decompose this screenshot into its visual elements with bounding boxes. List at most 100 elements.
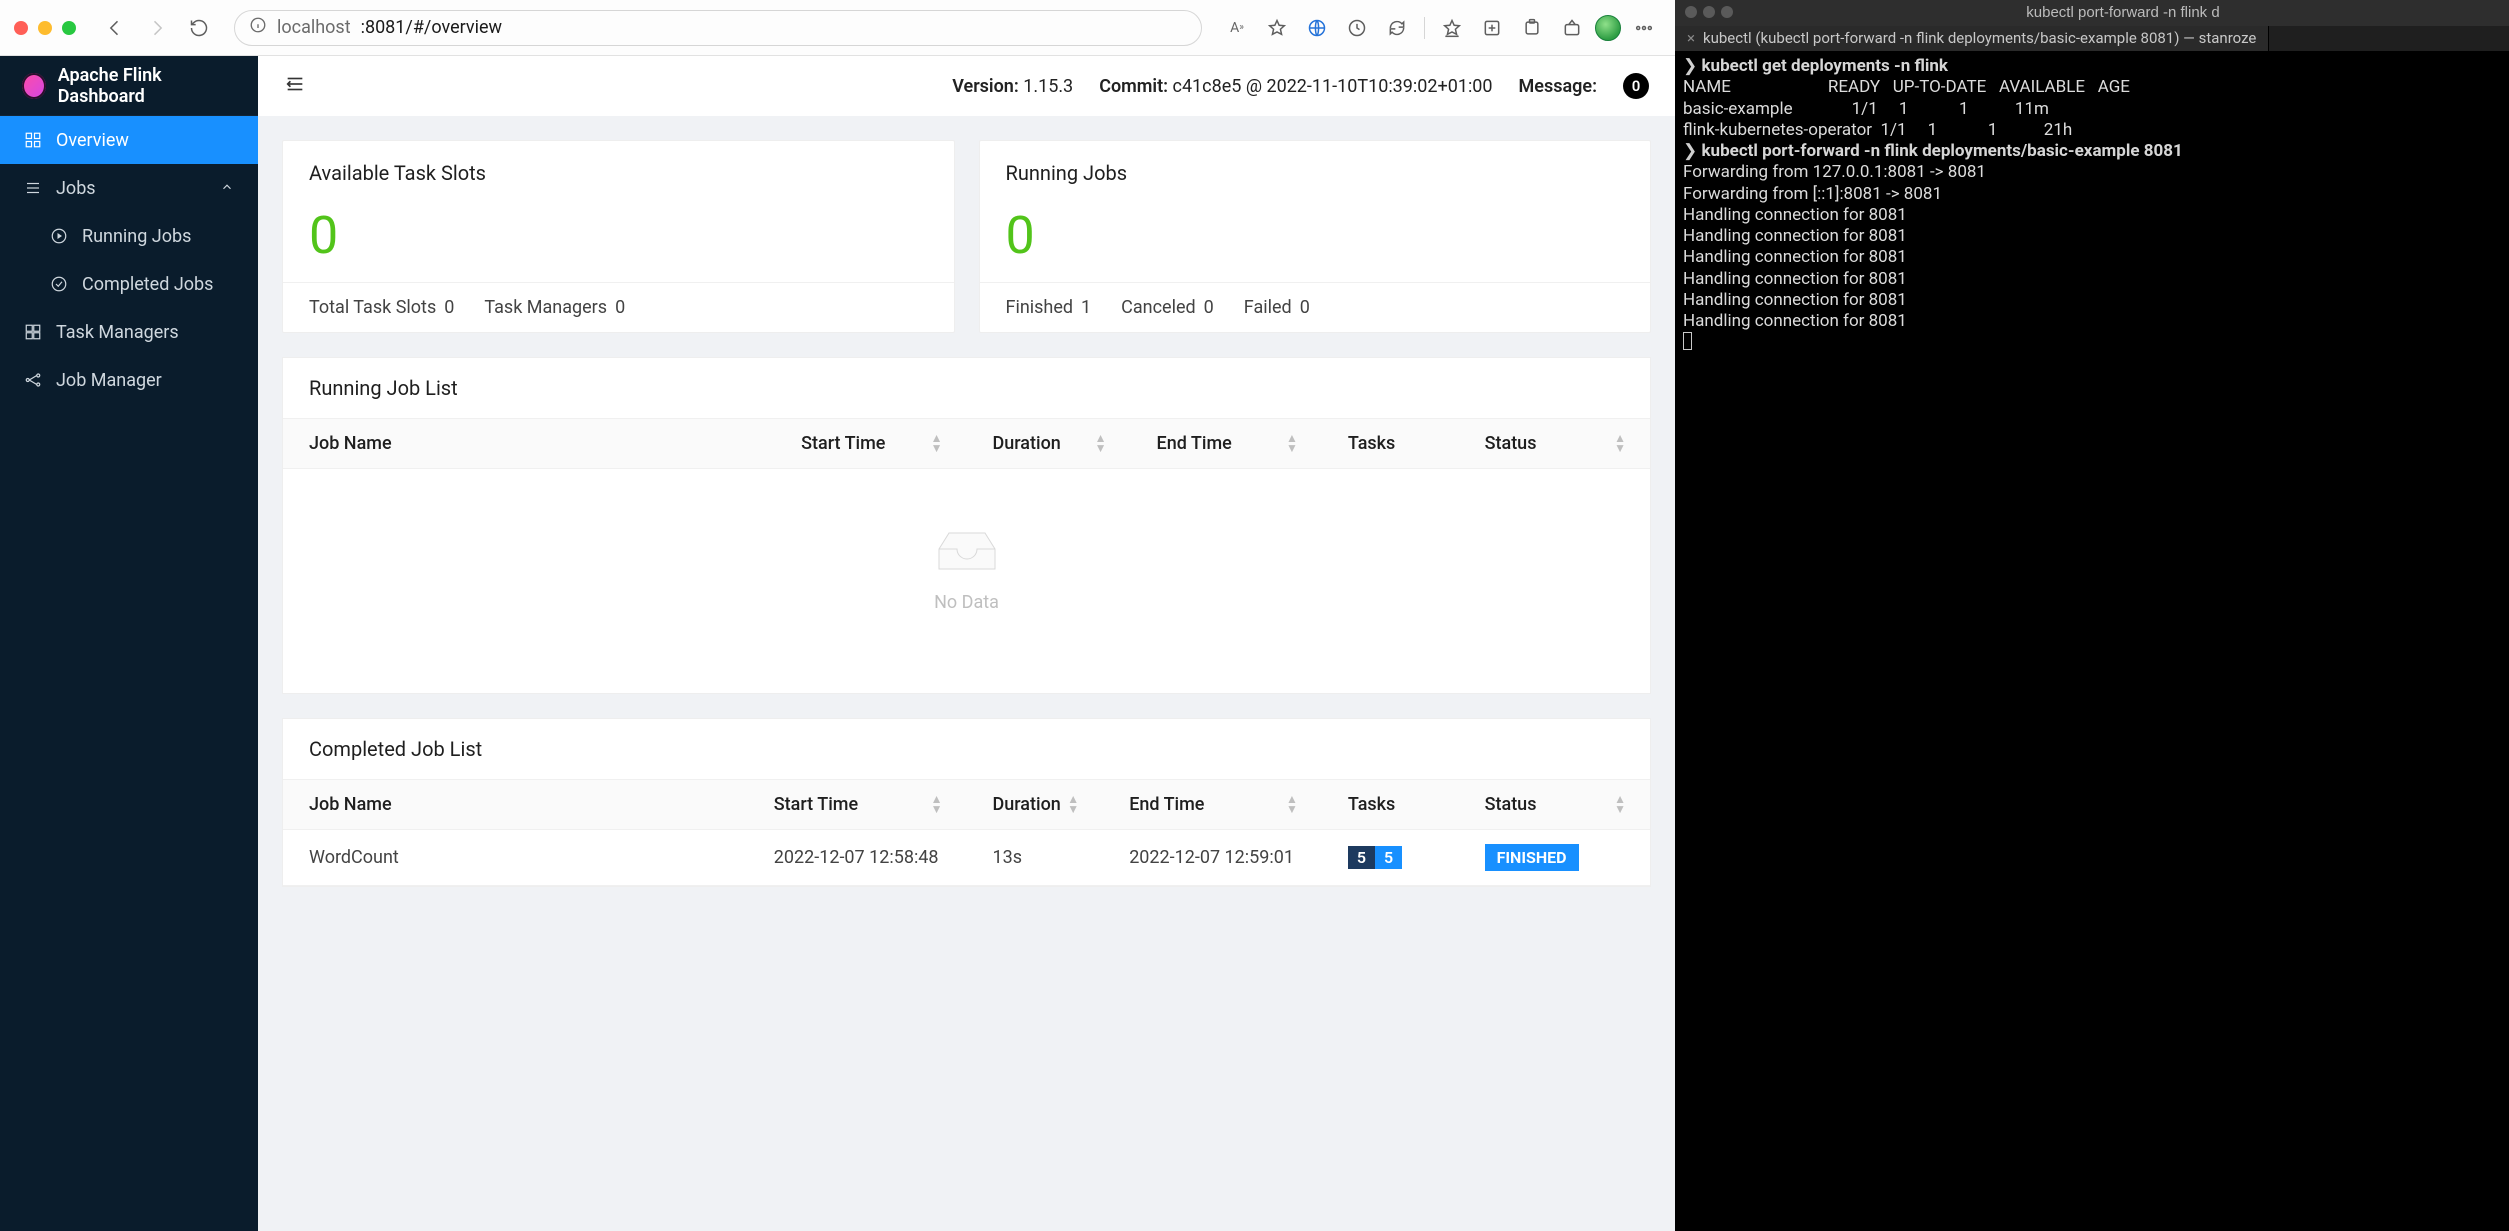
version-value: 1.15.3 — [1023, 76, 1073, 97]
cell-job-name: WordCount — [283, 830, 748, 886]
collapse-sidebar-icon[interactable] — [284, 73, 306, 100]
card-value: 0 — [283, 205, 954, 282]
card-title: Available Task Slots — [283, 141, 954, 205]
terminal-window-title: kubectl port-forward -n flink d — [1747, 4, 2499, 23]
window-controls[interactable] — [14, 21, 76, 35]
browser-chrome: localhost:8081/#/overview A» — [0, 0, 1675, 56]
site-info-icon[interactable] — [249, 16, 267, 39]
sort-icon[interactable]: ▲▼ — [931, 794, 941, 814]
col-start-time[interactable]: Start Time▲▼ — [775, 419, 966, 469]
col-job-name[interactable]: Job Name — [283, 419, 775, 469]
empty-text: No Data — [283, 592, 1650, 613]
close-tab-icon[interactable]: × — [1687, 29, 1695, 48]
brand[interactable]: Apache Flink Dashboard — [0, 56, 258, 116]
appstore-icon — [24, 323, 42, 341]
card-value: 0 — [980, 205, 1651, 282]
sort-icon[interactable]: ▲▼ — [1286, 433, 1296, 453]
cell-tasks: 5 5 — [1322, 830, 1459, 886]
forward-button[interactable] — [140, 11, 174, 45]
profile-avatar-icon[interactable] — [1595, 15, 1621, 41]
sidebar-item-job-manager[interactable]: Job Manager — [0, 356, 258, 404]
terminal-window-controls[interactable] — [1685, 4, 1739, 23]
panel-running-jobs: Running Job List Job Name Start Time▲▼ D… — [282, 357, 1651, 694]
card-running-jobs: Running Jobs 0 Finished1 Canceled0 Faile… — [979, 140, 1652, 333]
cell-duration: 13s — [967, 830, 1104, 886]
sidebar: Apache Flink Dashboard Overview Jobs Run… — [0, 56, 258, 1231]
col-job-name[interactable]: Job Name — [283, 780, 748, 830]
commit-value: c41c8e5 @ 2022-11-10T10:39:02+01:00 — [1173, 76, 1493, 97]
translate-icon[interactable] — [1300, 11, 1334, 45]
completed-jobs-table: Job Name Start Time▲▼ Duration▲▼ End Tim… — [283, 779, 1650, 886]
zoom-window-icon[interactable] — [62, 21, 76, 35]
favorites-bar-icon[interactable] — [1435, 11, 1469, 45]
stat-value: 0 — [444, 297, 454, 318]
cell-start-time: 2022-12-07 12:58:48 — [748, 830, 967, 886]
panel-title: Completed Job List — [283, 719, 1650, 779]
dashboard-icon — [24, 131, 42, 149]
sidebar-item-label: Task Managers — [56, 322, 179, 343]
cell-status: FINISHED — [1459, 830, 1650, 886]
sidebar-item-jobs[interactable]: Jobs — [0, 164, 258, 212]
col-start-time[interactable]: Start Time▲▼ — [748, 780, 967, 830]
empty-state: No Data — [283, 469, 1650, 693]
back-button[interactable] — [98, 11, 132, 45]
sort-icon[interactable]: ▲▼ — [1286, 794, 1296, 814]
status-badge: FINISHED — [1485, 844, 1579, 871]
col-tasks[interactable]: Tasks — [1322, 419, 1459, 469]
terminal-window: kubectl port-forward -n flink d × kubect… — [1675, 0, 2509, 1231]
terminal-tab[interactable]: × kubectl (kubectl port-forward -n flink… — [1675, 26, 2269, 51]
sidebar-item-overview[interactable]: Overview — [0, 116, 258, 164]
sort-icon[interactable]: ▲▼ — [1614, 794, 1624, 814]
stat-value: 0 — [1300, 297, 1310, 318]
sidebar-item-label: Running Jobs — [82, 226, 191, 247]
app-body: Version: 1.15.3 Commit: c41c8e5 @ 2022-1… — [258, 56, 1675, 1231]
tasks-total-badge: 5 — [1348, 846, 1375, 869]
running-jobs-table: Job Name Start Time▲▼ Duration▲▼ End Tim… — [283, 418, 1650, 469]
col-status[interactable]: Status▲▼ — [1459, 419, 1650, 469]
sidebar-item-label: Job Manager — [56, 370, 162, 391]
browser-toolbar: A» — [1220, 11, 1661, 45]
terminal-body[interactable]: ❯ kubectl get deployments -n flink NAME … — [1675, 52, 2509, 1231]
share-icon[interactable] — [1555, 11, 1589, 45]
sidebar-item-label: Overview — [56, 130, 129, 151]
panel-completed-jobs: Completed Job List Job Name Start Time▲▼… — [282, 718, 1651, 887]
card-footer: Total Task Slots0 Task Managers0 — [283, 282, 954, 332]
history-icon[interactable] — [1340, 11, 1374, 45]
card-title: Running Jobs — [980, 141, 1651, 205]
commit-label: Commit: — [1099, 76, 1168, 97]
sidebar-item-running-jobs[interactable]: Running Jobs — [0, 212, 258, 260]
message-count-badge[interactable]: 0 — [1623, 73, 1649, 99]
stat-label: Task Managers — [484, 297, 607, 318]
read-aloud-icon[interactable]: A» — [1220, 11, 1254, 45]
favorite-icon[interactable] — [1260, 11, 1294, 45]
sidebar-item-completed-jobs[interactable]: Completed Jobs — [0, 260, 258, 308]
play-circle-icon — [50, 227, 68, 245]
stat-value: 0 — [1204, 297, 1214, 318]
sync-icon[interactable] — [1380, 11, 1414, 45]
minimize-window-icon[interactable] — [38, 21, 52, 35]
col-end-time[interactable]: End Time▲▼ — [1103, 780, 1322, 830]
terminal-tabbar: × kubectl (kubectl port-forward -n flink… — [1675, 26, 2509, 52]
col-duration[interactable]: Duration▲▼ — [967, 419, 1131, 469]
col-status[interactable]: Status▲▼ — [1459, 780, 1650, 830]
sort-icon[interactable]: ▲▼ — [1067, 794, 1077, 814]
more-icon[interactable] — [1627, 11, 1661, 45]
close-window-icon[interactable] — [14, 21, 28, 35]
col-end-time[interactable]: End Time▲▼ — [1131, 419, 1322, 469]
sidebar-item-task-managers[interactable]: Task Managers — [0, 308, 258, 356]
collections-icon[interactable] — [1475, 11, 1509, 45]
card-available-slots: Available Task Slots 0 Total Task Slots0… — [282, 140, 955, 333]
chevron-up-icon — [220, 178, 234, 199]
terminal-titlebar[interactable]: kubectl port-forward -n flink d — [1675, 0, 2509, 26]
sort-icon[interactable]: ▲▼ — [1614, 433, 1624, 453]
address-bar[interactable]: localhost:8081/#/overview — [234, 10, 1202, 46]
extensions-icon[interactable] — [1515, 11, 1549, 45]
sort-icon[interactable]: ▲▼ — [931, 433, 941, 453]
card-footer: Finished1 Canceled0 Failed0 — [980, 282, 1651, 332]
browser-window: localhost:8081/#/overview A» — [0, 0, 1675, 1231]
refresh-button[interactable] — [182, 11, 216, 45]
sort-icon[interactable]: ▲▼ — [1095, 433, 1105, 453]
table-row[interactable]: WordCount 2022-12-07 12:58:48 13s 2022-1… — [283, 830, 1650, 886]
col-tasks[interactable]: Tasks — [1322, 780, 1459, 830]
col-duration[interactable]: Duration▲▼ — [967, 780, 1104, 830]
